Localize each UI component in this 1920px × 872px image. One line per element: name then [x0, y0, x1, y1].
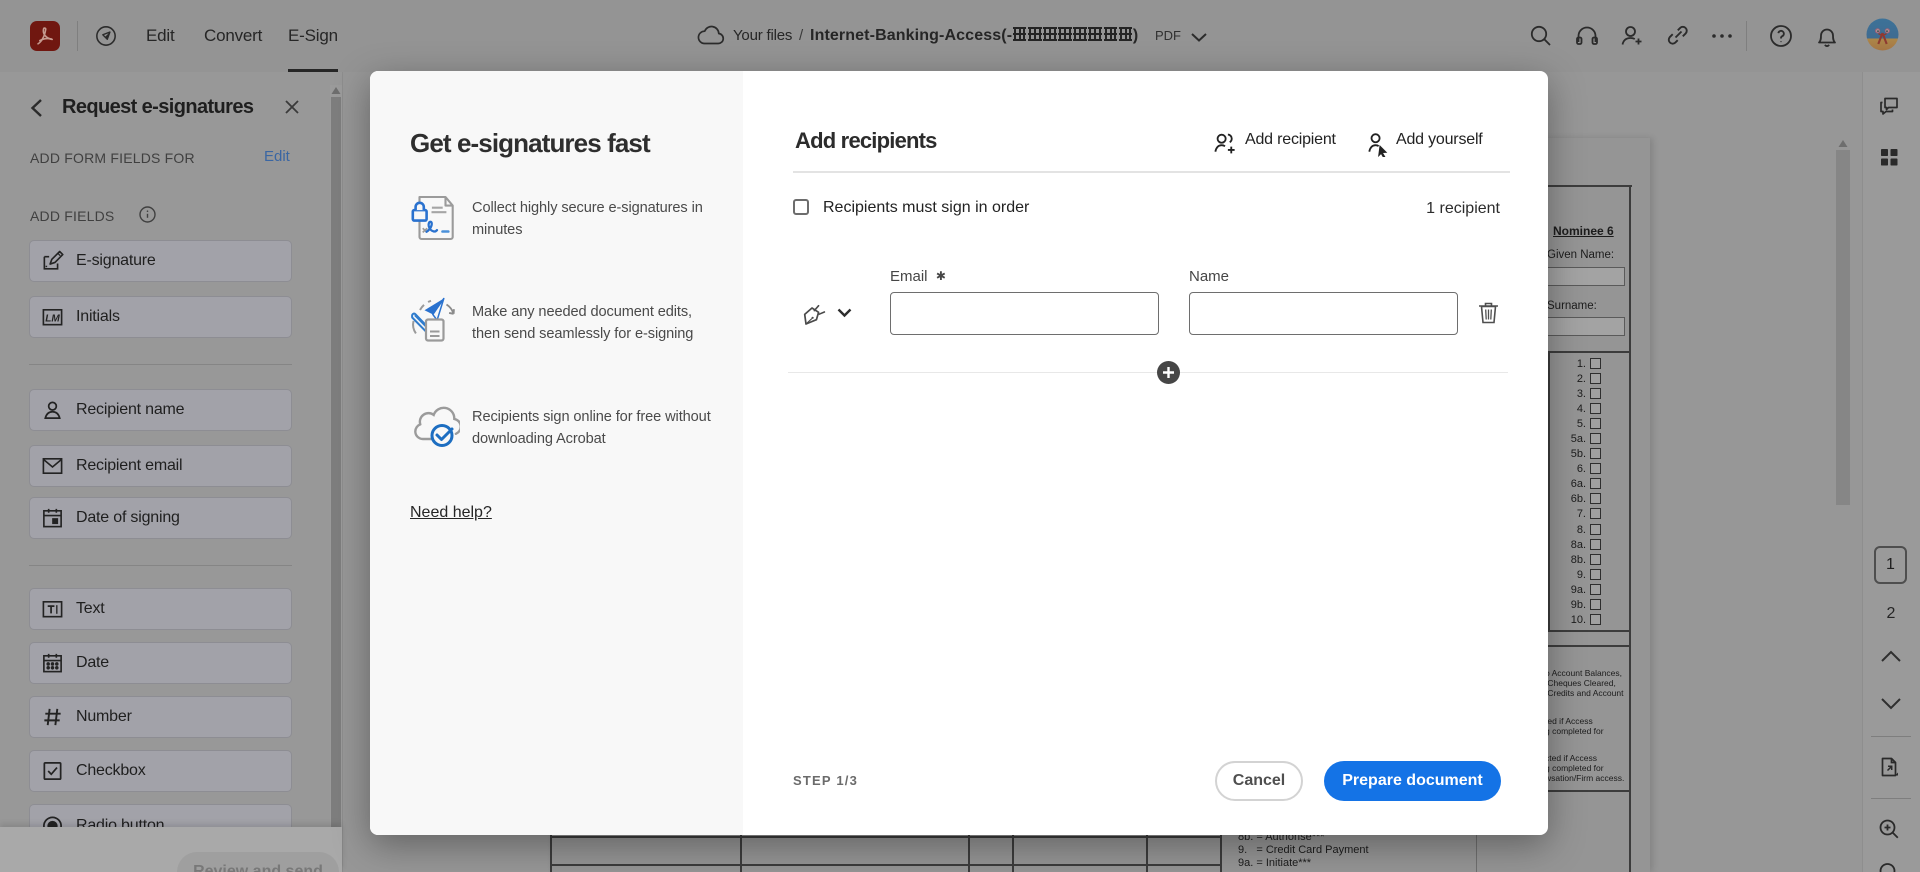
svg-text:LM: LM	[45, 313, 60, 324]
